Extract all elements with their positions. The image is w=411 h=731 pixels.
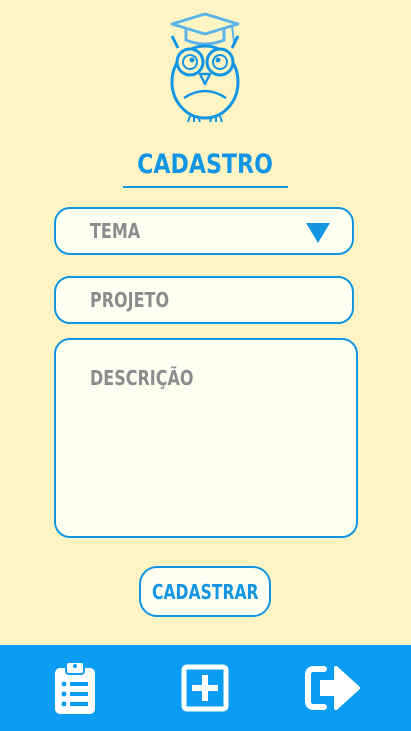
nav-add-button[interactable] [165, 645, 245, 731]
nav-logout-button[interactable] [293, 645, 373, 731]
plus-square-icon [181, 664, 229, 712]
submit-button-label: CADASTRAR [151, 579, 259, 604]
bottom-nav-bar [0, 645, 411, 731]
theme-select-placeholder: TEMA [90, 219, 141, 243]
project-input-placeholder: PROJETO [90, 288, 170, 312]
dropdown-arrow-icon[interactable] [306, 223, 330, 243]
project-input[interactable]: PROJETO [54, 276, 354, 324]
page-title: CADASTRO [137, 149, 273, 180]
title-underline [123, 186, 288, 188]
description-textarea[interactable]: DESCRIÇÃO [54, 338, 358, 538]
clipboard-list-icon [55, 661, 95, 714]
description-placeholder: DESCRIÇÃO [90, 366, 194, 390]
sign-out-icon [305, 666, 360, 710]
nav-list-button[interactable] [35, 645, 115, 731]
theme-select[interactable]: TEMA [54, 207, 354, 255]
owl-graduate-icon [170, 12, 240, 123]
submit-button[interactable]: CADASTRAR [139, 566, 271, 617]
